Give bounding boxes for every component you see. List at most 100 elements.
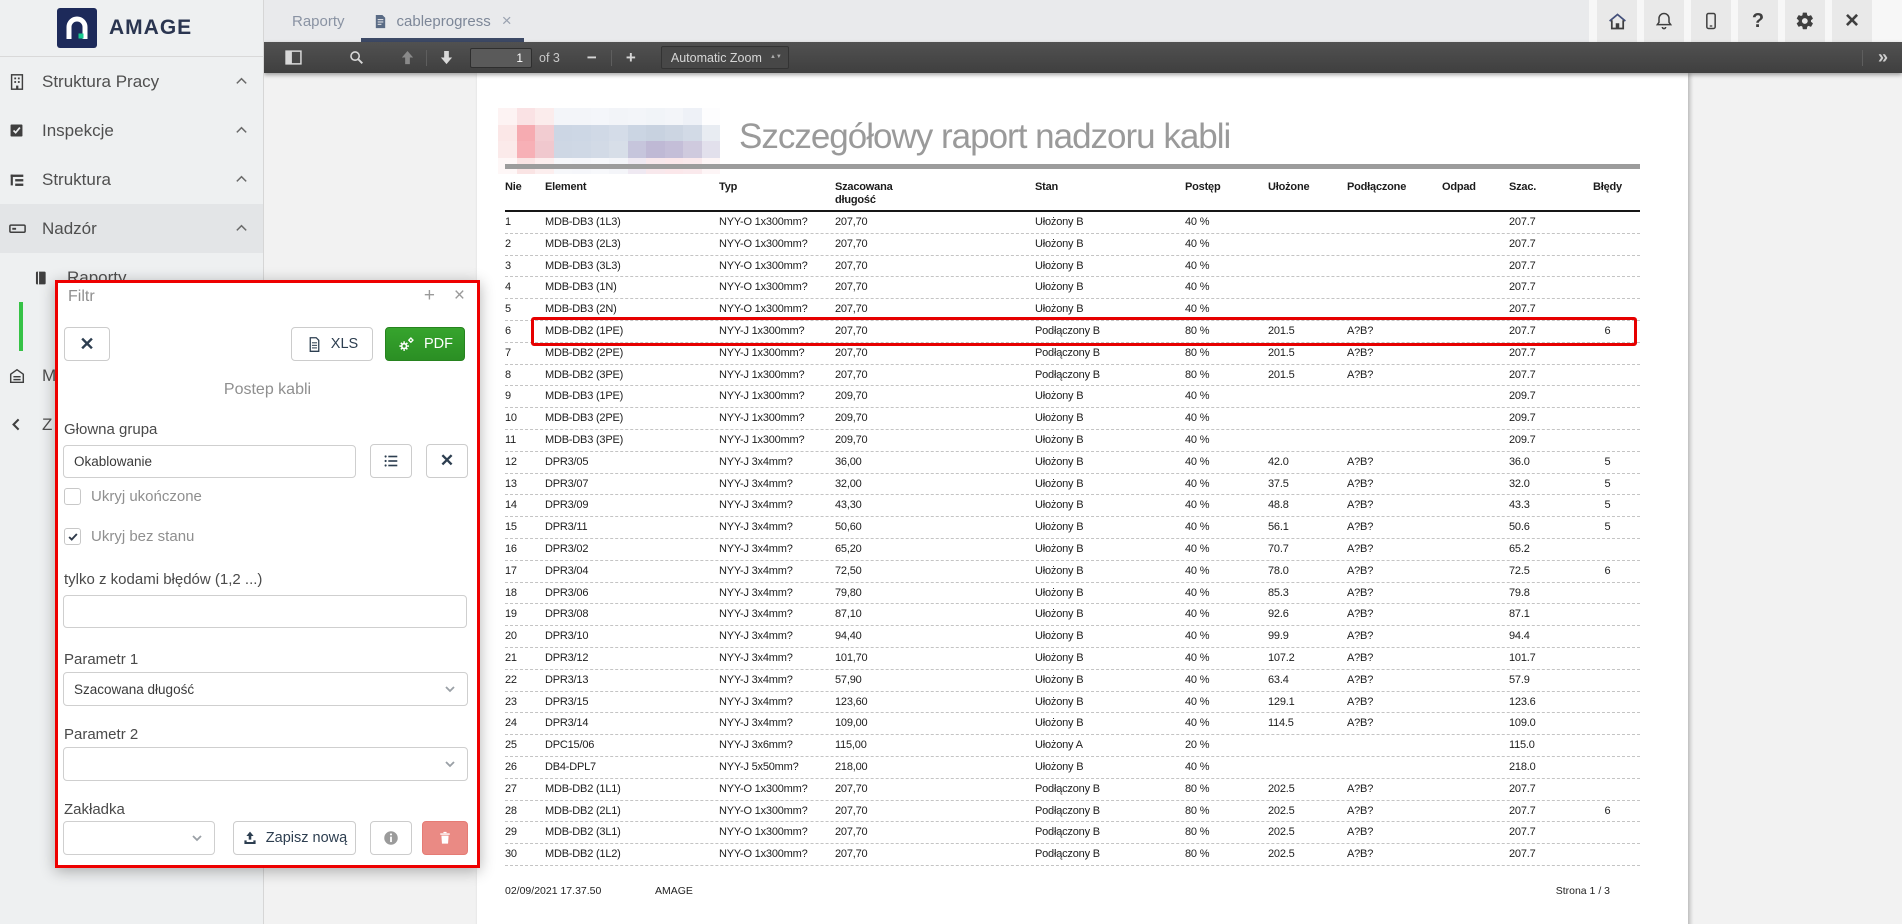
table-cell: NYY-J 1x300mm? [719,369,835,382]
table-cell: 12 [505,456,545,469]
close-icon: × [1845,7,1859,35]
table-cell: 17 [505,565,545,578]
table-row: 17DPR3/04NYY-J 3x4mm?72,50Ułożony B40 %7… [505,561,1640,583]
table-cell: 40 % [1185,696,1260,709]
tab-raporty[interactable]: Raporty [278,0,359,42]
table-cell: 207.7 [1495,848,1575,861]
table-cell: 207.7 [1495,260,1575,273]
export-pdf-button[interactable]: PDF [385,327,465,361]
table-cell: NYY-J 3x4mm? [719,565,835,578]
table-cell: Ułożony B [1035,281,1185,294]
table-cell: MDB-DB3 (2L3) [545,238,719,251]
sidebar-item-label: Struktura Pracy [42,72,263,92]
table-cell: DPR3/02 [545,543,719,556]
table-header-row: NieElementTypSzacowana długośćStanPostęp… [505,181,1640,212]
table-cell: 72.5 [1495,565,1575,578]
table-cell: Ułożony B [1035,608,1185,621]
column-header: Błędy [1575,181,1640,194]
table-cell: 209.7 [1495,412,1575,425]
page-number-input[interactable] [470,48,532,68]
table-cell: 7 [505,347,545,360]
error-codes-input[interactable] [63,595,467,628]
sidebar-item-label: Inspekcje [42,121,263,141]
sidebar-item-struktura-pracy[interactable]: Struktura Pracy [0,57,263,106]
hide-no-state-checkbox[interactable]: Ukryj bez stanu [64,528,194,545]
bell-button[interactable] [1644,0,1684,42]
gears-icon [397,335,416,354]
group-input[interactable] [63,445,356,478]
bookmark-select[interactable] [63,821,215,855]
toolbar-more-group: » [1857,47,1888,68]
table-cell: 40 % [1185,260,1260,273]
dialog-detach-icon[interactable]: + [424,285,435,307]
table-cell: Ułożony B [1035,630,1185,643]
mobile-button[interactable] [1691,0,1731,42]
pdf-viewer[interactable]: Szczegółowy raport nadzoru kabli NieElem… [264,73,1902,924]
table-cell: Ułożony B [1035,434,1185,447]
chevron-down-icon [433,756,467,772]
hide-completed-checkbox[interactable]: Ukryj ukończone [64,488,202,505]
sidebar-toggle-icon[interactable] [279,46,307,70]
sidebar-item-inspekcje[interactable]: Inspekcje [0,106,263,155]
table-row: 22DPR3/13NYY-J 3x4mm?57,90Ułożony B40 %6… [505,670,1640,692]
table-cell: 207,70 [835,848,1035,861]
table-cell: 94,40 [835,630,1035,643]
zoom-level-select[interactable]: Automatic Zoom ▲▼ [661,46,789,69]
table-cell: 40 % [1185,521,1260,534]
table-cell: Podłączony B [1035,805,1185,818]
info-button[interactable] [370,821,412,855]
table-cell: 2 [505,238,545,251]
sidebar-item-struktura[interactable]: Struktura [0,155,263,204]
table-cell: 5 [1575,478,1640,491]
table-cell: 207.7 [1495,805,1575,818]
table-cell: DPR3/13 [545,674,719,687]
table-cell: NYY-O 1x300mm? [719,783,835,796]
table-cell: DPR3/15 [545,696,719,709]
table-cell: 79.8 [1495,587,1575,600]
toolbar-divider [1862,50,1863,66]
param2-select[interactable] [63,747,468,781]
xls-document-icon [306,336,323,353]
tab-cableprogress[interactable]: cableprogress × [359,0,526,42]
table-cell: A?B? [1335,565,1430,578]
zoom-in-icon[interactable]: + [617,46,645,70]
tab-close-icon[interactable]: × [502,11,512,31]
group-picker-button[interactable] [370,444,412,478]
table-row: 7MDB-DB2 (2PE)NYY-J 1x300mm?207,70Podłąc… [505,343,1640,365]
table-cell: 40 % [1185,717,1260,730]
table-cell: 36.0 [1495,456,1575,469]
pdf-toolbar: of 3 − + Automatic Zoom ▲▼ » [264,42,1902,73]
sidebar-item-nadzór[interactable]: Nadzór [0,204,263,253]
zoom-out-icon[interactable]: − [578,46,606,70]
previous-page-icon[interactable] [393,46,421,70]
table-cell: 19 [505,608,545,621]
table-cell: Podłączony B [1035,826,1185,839]
chevron-up-icon [234,221,249,236]
table-cell: 123,60 [835,696,1035,709]
more-tools-icon[interactable]: » [1878,47,1888,68]
help-button[interactable]: ? [1738,0,1778,42]
table-cell: 40 % [1185,412,1260,425]
close-button[interactable]: × [1832,0,1872,42]
table-cell: 40 % [1185,499,1260,512]
table-cell: MDB-DB3 (1L3) [545,216,719,229]
settings-button[interactable] [1785,0,1825,42]
next-page-icon[interactable] [432,46,460,70]
zoom-level-value: Automatic Zoom [671,51,762,65]
table-cell: 40 % [1185,281,1260,294]
home-button[interactable] [1597,0,1637,42]
group-clear-button[interactable]: ✕ [426,444,468,478]
table-cell: DPR3/06 [545,587,719,600]
delete-bookmark-button[interactable] [422,821,468,855]
pdf-page: Szczegółowy raport nadzoru kabli NieElem… [477,73,1688,924]
save-bookmark-button[interactable]: Zapisz nową [233,821,356,855]
table-cell: DPR3/09 [545,499,719,512]
param1-select[interactable]: Szacowana długość [63,672,468,706]
close-filter-button[interactable]: ✕ [64,327,110,361]
export-xls-button[interactable]: XLS [291,327,373,361]
table-row: 28MDB-DB2 (2L1)NYY-O 1x300mm?207,70Podłą… [505,801,1640,823]
table-cell: 65,20 [835,543,1035,556]
dialog-close-icon[interactable]: × [454,285,465,307]
search-icon[interactable] [342,46,370,70]
table-cell: 40 % [1185,630,1260,643]
